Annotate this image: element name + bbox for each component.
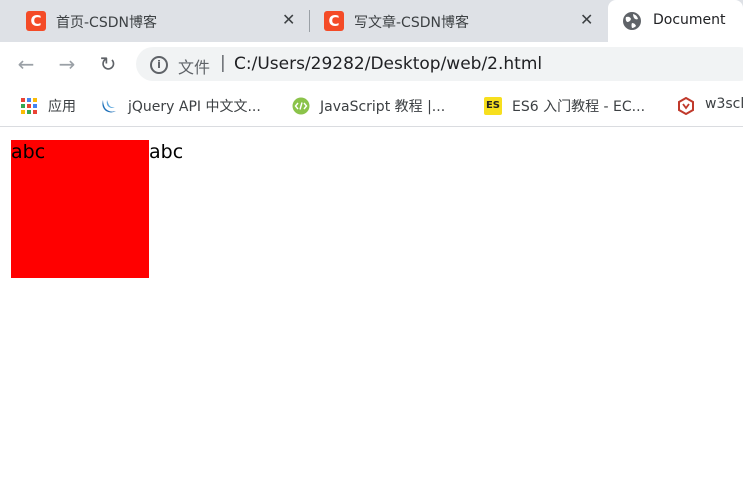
url-separator: | (220, 53, 226, 73)
bookmark-label: ES6 入门教程 - EC... (512, 99, 646, 115)
browser-toolbar: ← → ↻ i 文件 | C:/Users/29282/Desktop/web/… (0, 42, 743, 86)
tab-title: 首页-CSDN博客 (56, 15, 157, 31)
tab-csdn-home[interactable]: C 首页-CSDN博客 ✕ (0, 0, 308, 42)
tab-strip: C 首页-CSDN博客 ✕ C 写文章-CSDN博客 ✕ Document (0, 0, 743, 42)
w3school-icon (678, 97, 694, 115)
tab-document-active[interactable]: Document (608, 0, 743, 42)
address-bar[interactable]: i 文件 | C:/Users/29282/Desktop/web/2.html (136, 47, 743, 81)
red-box: abc (11, 140, 149, 278)
tab-title: Document (653, 12, 726, 28)
reload-icon[interactable]: ↻ (96, 52, 120, 76)
forward-arrow-icon[interactable]: → (55, 52, 79, 76)
code-tag-icon (292, 97, 310, 115)
box-text: abc (11, 141, 46, 163)
globe-icon (623, 12, 641, 30)
bookmark-label: w3scl (705, 96, 743, 112)
jquery-icon (102, 100, 116, 113)
apps-grid-icon (21, 98, 37, 114)
info-icon[interactable]: i (150, 56, 168, 74)
bookmark-label: jQuery API 中文文... (128, 99, 261, 115)
close-tab-icon[interactable]: ✕ (580, 10, 593, 29)
tab-csdn-write[interactable]: C 写文章-CSDN博客 ✕ (298, 0, 608, 42)
csdn-favicon-icon: C (26, 11, 46, 31)
csdn-favicon-icon: C (324, 11, 344, 31)
tab-title: 写文章-CSDN博客 (354, 15, 469, 31)
es6-icon: ES (484, 97, 502, 115)
inline-text: abc (149, 141, 184, 163)
bookmarks-bar: 应用 jQuery API 中文文... JavaScript 教程 |... … (0, 86, 743, 127)
back-arrow-icon[interactable]: ← (14, 52, 38, 76)
file-label: 文件 (178, 58, 211, 77)
close-tab-icon[interactable]: ✕ (282, 10, 295, 29)
page-content: abc abc (0, 127, 743, 483)
url-text[interactable]: C:/Users/29282/Desktop/web/2.html (234, 54, 542, 74)
bookmark-label: 应用 (48, 99, 76, 115)
bookmark-label: JavaScript 教程 |... (320, 99, 446, 115)
